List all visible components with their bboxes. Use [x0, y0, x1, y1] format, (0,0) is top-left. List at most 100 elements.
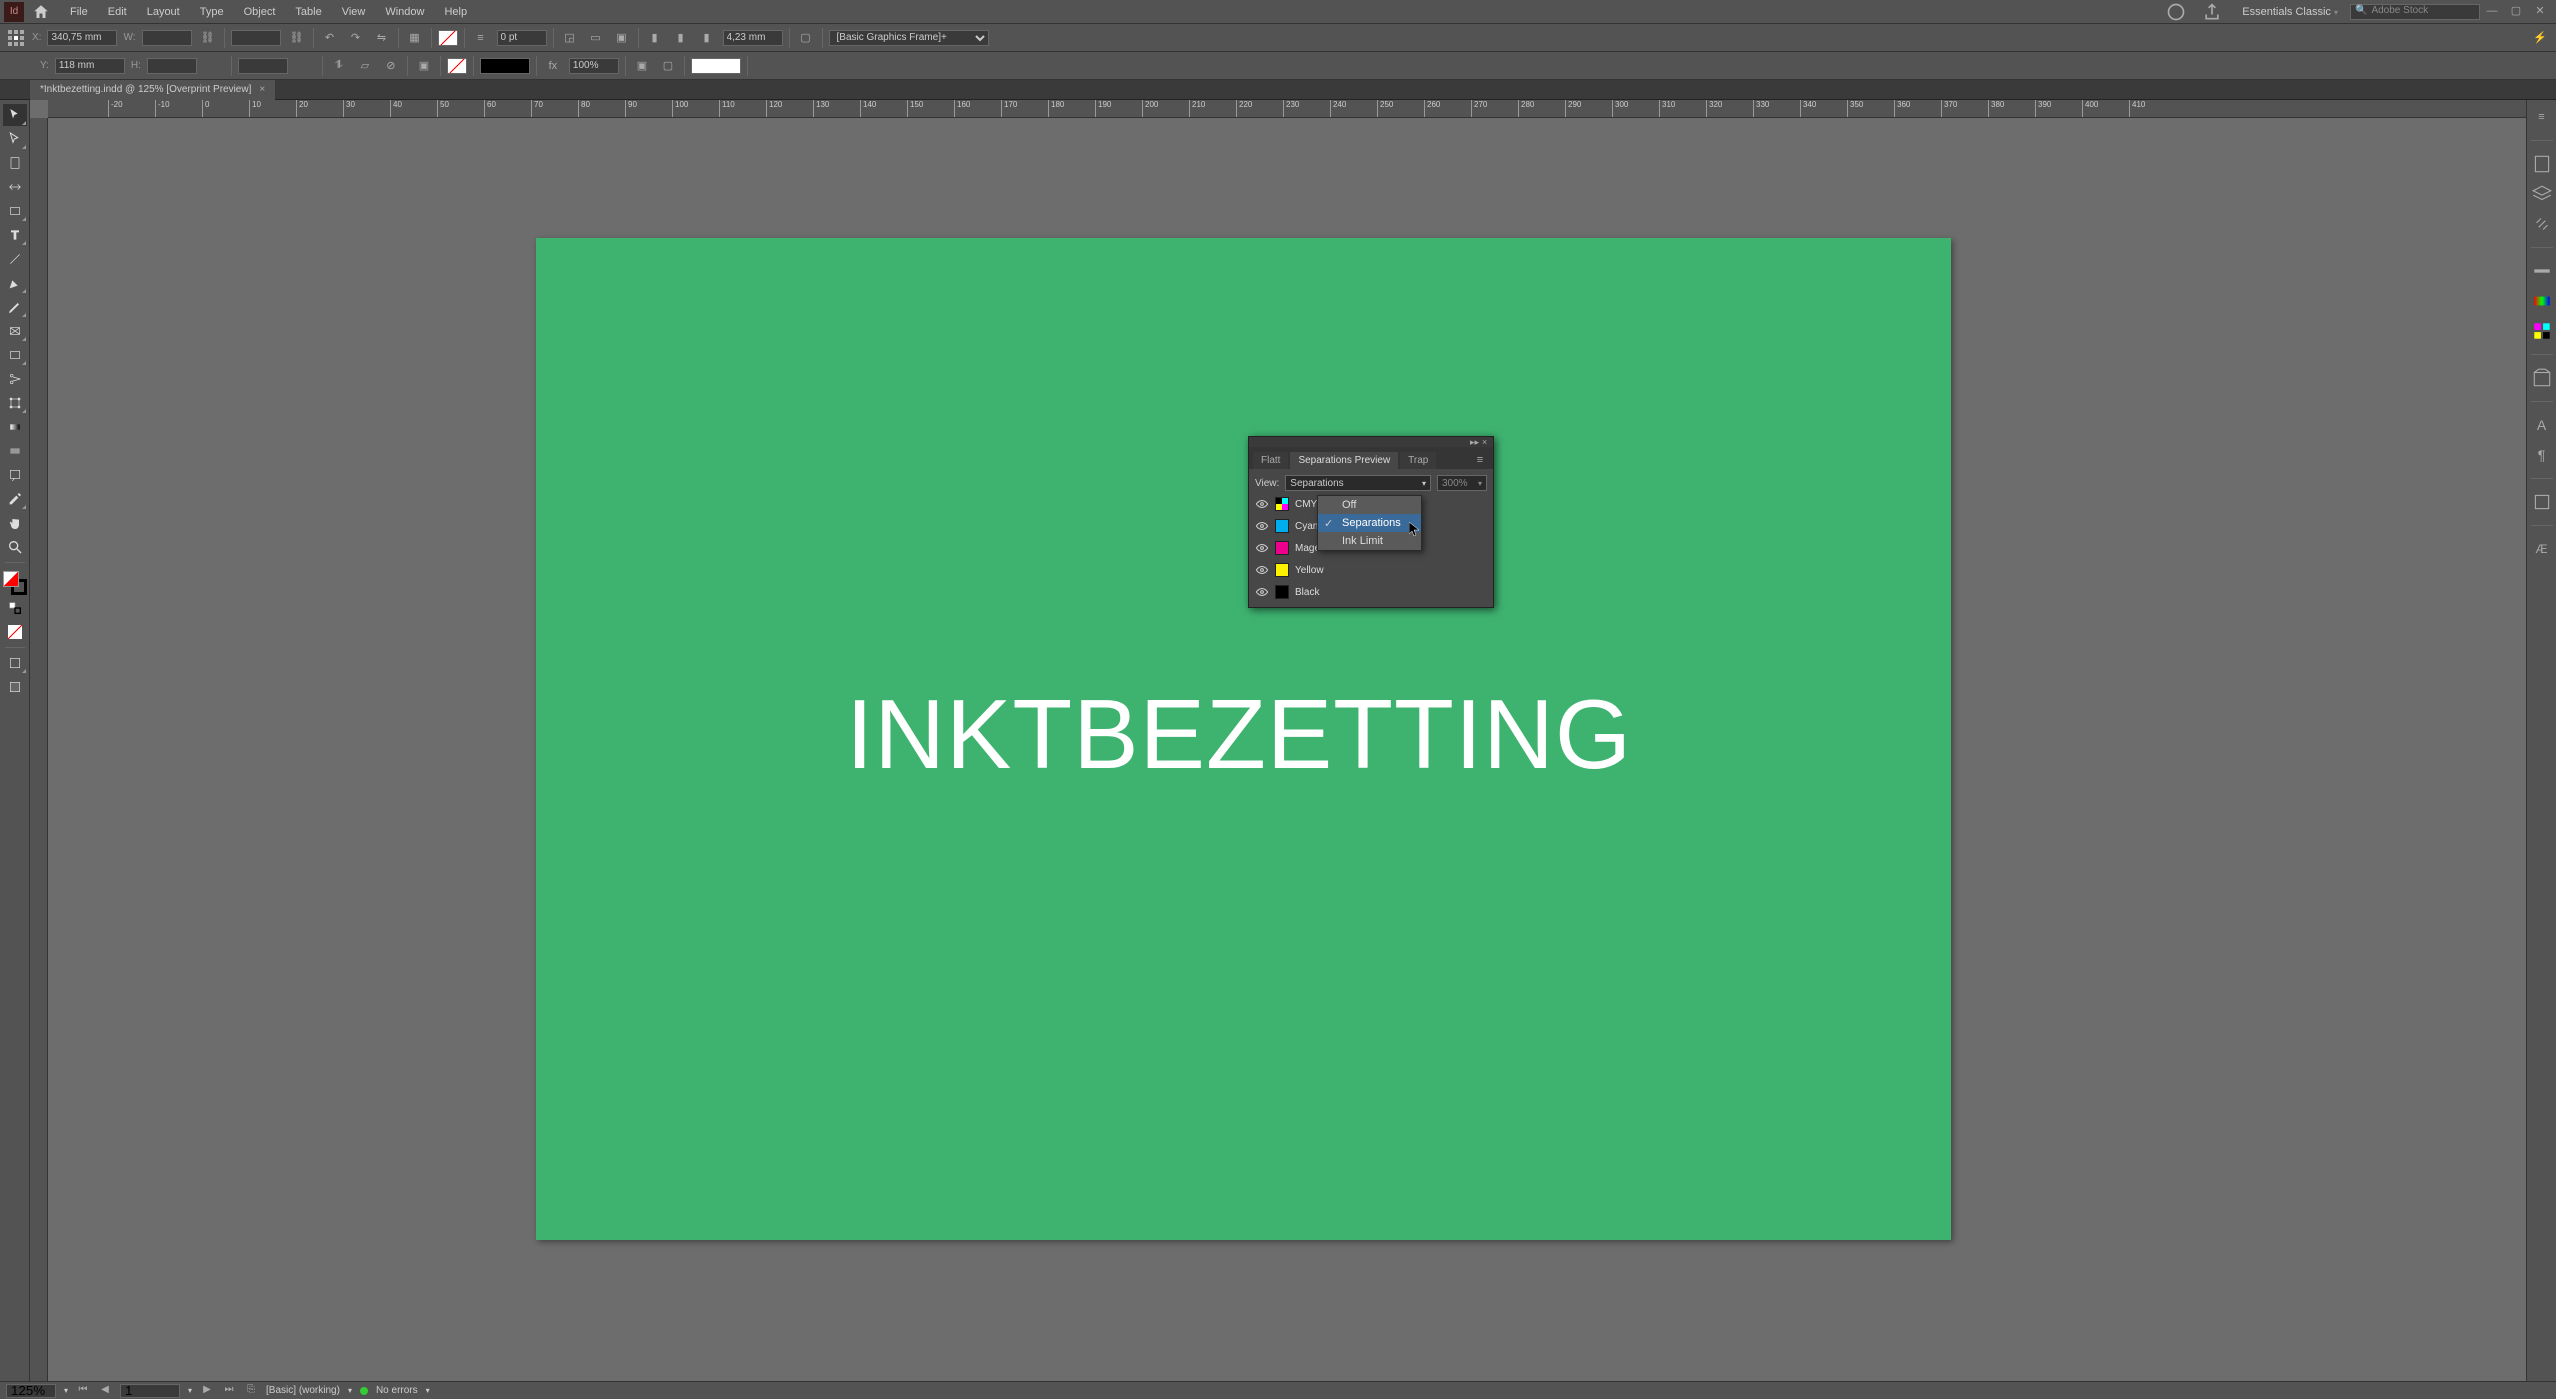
constrain-icon[interactable]: ⛓ — [198, 28, 218, 48]
menu-object[interactable]: Object — [234, 6, 286, 18]
dropdown-off[interactable]: Off — [1318, 496, 1421, 514]
eyedropper-tool[interactable] — [3, 488, 27, 510]
minimize-icon[interactable]: — — [2484, 4, 2500, 20]
app-logo[interactable]: Id — [4, 2, 24, 22]
character-panel-icon[interactable]: A — [2531, 414, 2553, 436]
frame-fit-icon[interactable]: ▢ — [796, 28, 816, 48]
apply-color[interactable] — [3, 621, 27, 643]
tab-separations[interactable]: Separations Preview — [1290, 452, 1398, 469]
direct-selection-tool[interactable] — [3, 128, 27, 150]
view-select[interactable]: Separations▾ — [1285, 475, 1431, 491]
view-dropdown[interactable]: Off ✓Separations Ink Limit — [1317, 495, 1422, 551]
cc-libraries-icon[interactable] — [2531, 367, 2553, 389]
scale-x-field[interactable] — [231, 30, 281, 46]
clear-transform-icon[interactable]: ⊘ — [381, 56, 401, 76]
links-panel-icon[interactable] — [2531, 213, 2553, 235]
gap-field[interactable] — [723, 30, 783, 46]
ink-row[interactable]: Yellow — [1249, 559, 1493, 581]
scale-y-field[interactable] — [238, 58, 288, 74]
menu-file[interactable]: File — [60, 6, 98, 18]
ink-row[interactable]: Black — [1249, 581, 1493, 603]
color-panel-icon[interactable] — [2531, 290, 2553, 312]
align-right-icon[interactable]: ▮ — [697, 28, 717, 48]
close-icon[interactable]: ✕ — [2532, 4, 2548, 20]
share-icon[interactable] — [2202, 2, 2222, 22]
pen-tool[interactable] — [3, 272, 27, 294]
layers-panel-icon[interactable] — [2531, 183, 2553, 205]
paragraph-panel-icon[interactable]: ¶ — [2531, 444, 2553, 466]
page-field[interactable] — [120, 1384, 180, 1398]
first-page-icon[interactable]: ⏮ — [76, 1384, 90, 1398]
constrain-scale-icon[interactable]: ⛓ — [287, 28, 307, 48]
opacity-field[interactable] — [569, 58, 619, 74]
hand-tool[interactable] — [3, 512, 27, 534]
h-field[interactable] — [147, 58, 197, 74]
note-tool[interactable] — [3, 464, 27, 486]
text-wrap-none-icon[interactable]: ▭ — [586, 28, 606, 48]
select-container-icon[interactable]: ▣ — [414, 56, 434, 76]
drop-shadow-swatch[interactable] — [691, 58, 741, 74]
close-tab-icon[interactable]: × — [259, 84, 265, 95]
zoom-tool[interactable] — [3, 536, 27, 558]
gradient-swatch-tool[interactable] — [3, 416, 27, 438]
fill-swatch[interactable] — [438, 30, 458, 46]
rotate-90-ccw-icon[interactable]: ↶ — [320, 28, 340, 48]
home-icon[interactable] — [32, 3, 50, 21]
page[interactable]: INKTBEZETTING — [536, 238, 1951, 1240]
stroke-style-swatch[interactable] — [480, 58, 530, 74]
canvas[interactable]: INKTBEZETTING ▸▸ × Flatt Separations Pre… — [48, 118, 2526, 1381]
tab-trap[interactable]: Trap — [1400, 452, 1436, 469]
swatches-panel-icon[interactable] — [2531, 320, 2553, 342]
glyphs-panel-icon[interactable]: Æ — [2531, 538, 2553, 560]
shear-icon[interactable]: ▱ — [355, 56, 375, 76]
gradient-feather-tool[interactable] — [3, 440, 27, 462]
page-tool[interactable] — [3, 152, 27, 174]
rectangle-frame-tool[interactable] — [3, 320, 27, 342]
gap-tool[interactable] — [3, 176, 27, 198]
last-page-icon[interactable]: ⏭ — [222, 1384, 236, 1398]
notification-icon[interactable] — [2166, 2, 2186, 22]
pages-panel-icon[interactable] — [2531, 153, 2553, 175]
visibility-icon[interactable] — [1255, 563, 1269, 577]
menu-layout[interactable]: Layout — [137, 6, 190, 18]
stock-search[interactable]: 🔍Adobe Stock — [2350, 4, 2480, 20]
dropdown-ink-limit[interactable]: Ink Limit — [1318, 532, 1421, 550]
effects-icon[interactable]: fx — [543, 56, 563, 76]
menu-help[interactable]: Help — [434, 6, 477, 18]
rectangle-tool[interactable] — [3, 344, 27, 366]
align-center-icon[interactable]: ▮ — [671, 28, 691, 48]
maximize-icon[interactable]: ▢ — [2508, 4, 2524, 20]
y-field[interactable] — [55, 58, 125, 74]
pencil-tool[interactable] — [3, 296, 27, 318]
menu-table[interactable]: Table — [285, 6, 331, 18]
reference-point[interactable] — [6, 28, 26, 48]
free-transform-tool[interactable] — [3, 392, 27, 414]
stroke-panel-icon[interactable] — [2531, 260, 2553, 282]
panel-close-icon[interactable]: × — [1482, 438, 1490, 446]
separations-panel[interactable]: ▸▸ × Flatt Separations Preview Trap ≡ Vi… — [1248, 436, 1494, 608]
ink-limit-pct[interactable]: 300%▾ — [1437, 475, 1487, 491]
zoom-field[interactable] — [6, 1384, 56, 1398]
line-tool[interactable] — [3, 248, 27, 270]
fill-stroke-swap[interactable] — [3, 571, 27, 595]
flip-h-icon[interactable]: ⇋ — [372, 28, 392, 48]
rotate-90-cw-icon[interactable]: ↷ — [346, 28, 366, 48]
next-page-icon[interactable]: ▶ — [200, 1384, 214, 1398]
screen-mode-icon[interactable]: ⚡ — [2530, 28, 2550, 48]
stroke-weight-field[interactable] — [497, 30, 547, 46]
corner-options-icon[interactable]: ◲ — [560, 28, 580, 48]
open-nav-icon[interactable]: ⎘ — [244, 1384, 258, 1398]
default-fill-stroke[interactable] — [3, 597, 27, 619]
object-styles-icon[interactable] — [2531, 491, 2553, 513]
menu-window[interactable]: Window — [375, 6, 434, 18]
frame-style-select[interactable]: [Basic Graphics Frame]+ — [829, 30, 989, 46]
view-mode-preview[interactable] — [3, 676, 27, 698]
tab-flattener[interactable]: Flatt — [1253, 452, 1288, 469]
flip-v-icon[interactable]: ⥮ — [329, 56, 349, 76]
visibility-icon[interactable] — [1255, 541, 1269, 555]
prev-page-icon[interactable]: ◀ — [98, 1384, 112, 1398]
menu-view[interactable]: View — [332, 6, 376, 18]
view-mode-normal[interactable] — [3, 652, 27, 674]
stroke-swatch[interactable] — [447, 58, 467, 74]
properties-panel-icon[interactable]: ≡ — [2531, 106, 2553, 128]
